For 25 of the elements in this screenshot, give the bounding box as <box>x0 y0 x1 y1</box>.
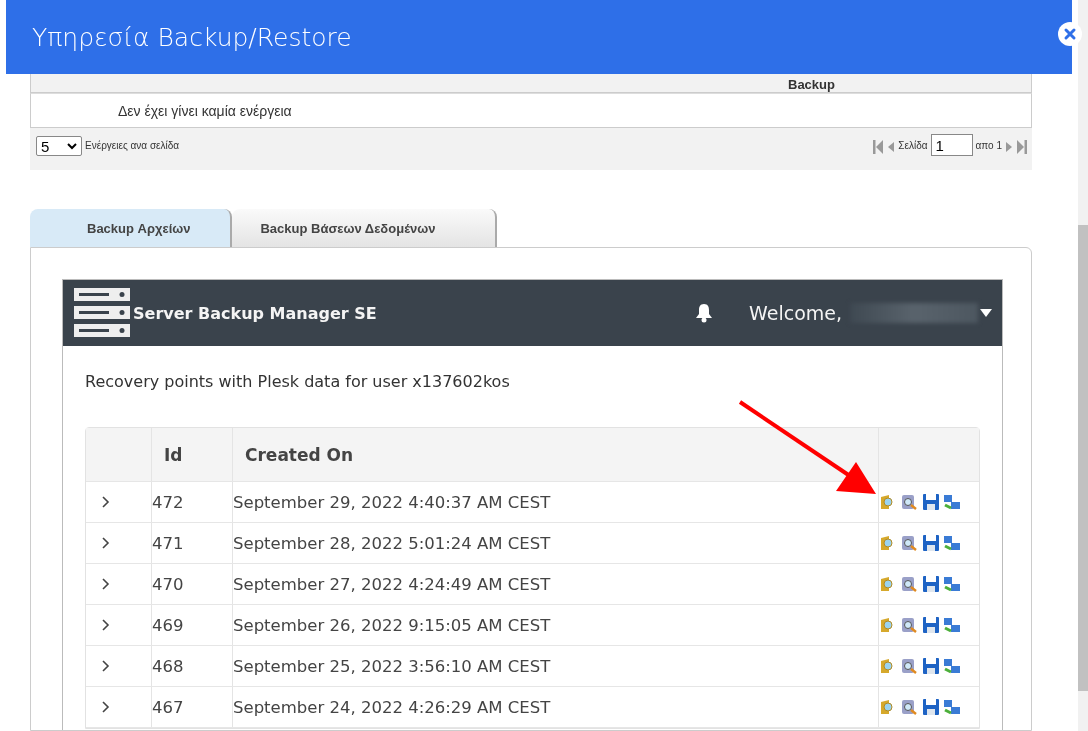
table-cell: September 28, 2022 5:01:24 AM CEST <box>233 523 879 563</box>
table-cell: 470 <box>152 564 233 604</box>
empty-message: Δεν έχει γίνει καμία ενέργεια <box>118 102 292 119</box>
page-label: Σελίδα <box>898 140 928 151</box>
table-cell: 472 <box>152 482 233 522</box>
table-cell: 468 <box>152 646 233 686</box>
page-number-field[interactable]: 1 <box>930 134 973 156</box>
welcome-text: Welcome, <box>749 302 842 324</box>
window-title: Υπηρεσία Backup/Restore <box>32 22 352 52</box>
tab[interactable]: Backup Αρχείων <box>30 209 233 247</box>
column-header: Backup <box>788 77 835 92</box>
column-header: Id <box>152 428 233 481</box>
table-cell: 469 <box>152 605 233 645</box>
page-count-label: απο 1 <box>975 140 1002 151</box>
page-size-select[interactable]: 5 <box>36 136 82 156</box>
tab[interactable]: Backup Βάσεων Δεδομένων <box>232 209 498 247</box>
subtitle-text: Recovery points with Plesk data for user x137602kos <box>85 372 511 391</box>
table-cell: September 24, 2022 4:26:29 AM CEST <box>233 687 879 727</box>
table-cell: September 26, 2022 9:15:05 AM CEST <box>233 605 879 645</box>
table-cell: September 27, 2022 4:24:49 AM CEST <box>233 564 879 604</box>
table-cell: September 25, 2022 3:56:10 AM CEST <box>233 646 879 686</box>
table-cell: 467 <box>152 687 233 727</box>
page-size-label: Ενέργειες ανα σελίδα <box>85 140 180 151</box>
table-cell: 471 <box>152 523 233 563</box>
app-title: Server Backup Manager SE <box>133 303 377 323</box>
